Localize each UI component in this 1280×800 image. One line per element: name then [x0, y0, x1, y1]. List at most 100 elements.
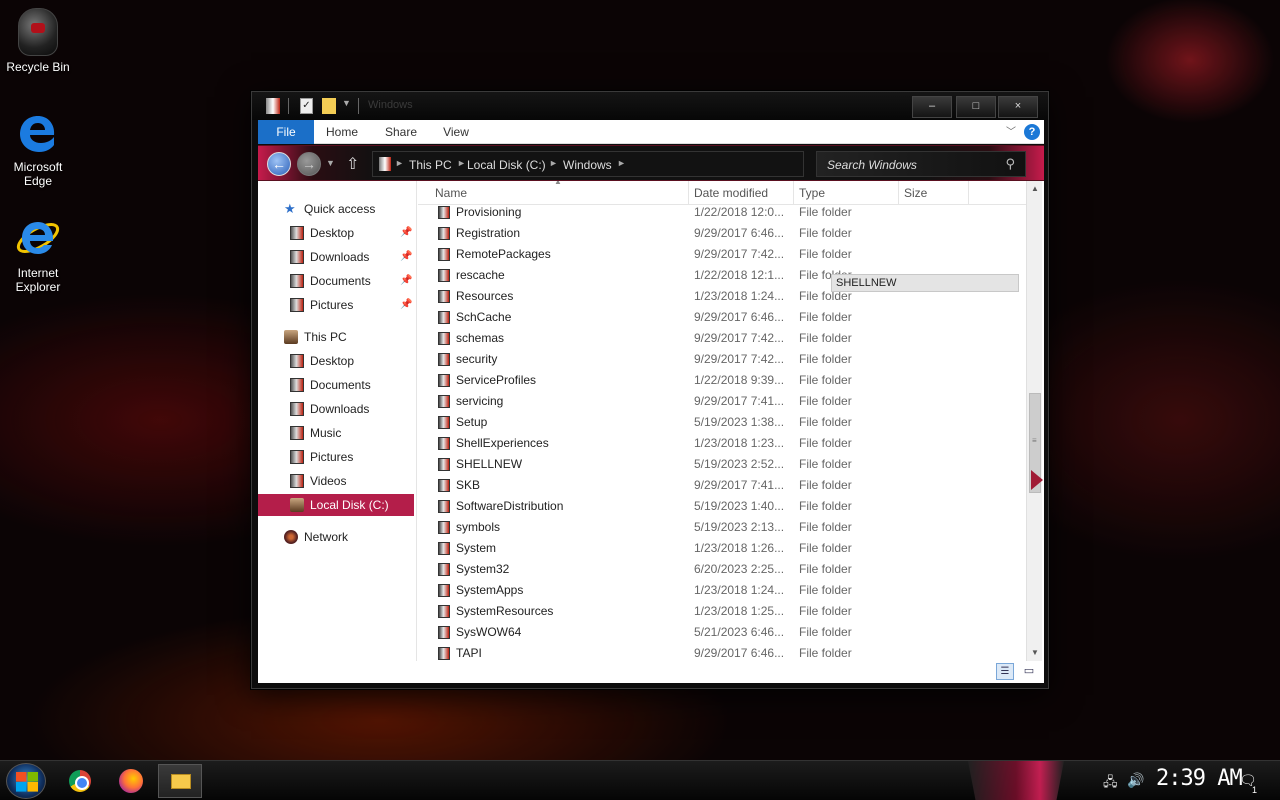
nav-pc-videos[interactable]: Videos — [290, 470, 414, 492]
network-status-icon[interactable]: 🖧 — [1103, 773, 1118, 795]
breadcrumb-chevron-icon[interactable]: ► — [617, 158, 626, 168]
breadcrumb-chevron-icon[interactable]: ► — [395, 158, 404, 168]
recent-locations-chevron-icon[interactable]: ▼ — [326, 158, 335, 168]
music-folder-icon — [290, 426, 304, 440]
properties-icon[interactable]: ✓ — [300, 98, 313, 114]
table-row[interactable]: ShellExperiences 1/23/2018 1:23... File fo… — [418, 433, 1026, 454]
table-row[interactable]: SKB 9/29/2017 7:41... File folder — [418, 475, 1026, 496]
pin-icon[interactable]: 📌 — [400, 222, 412, 244]
file-type: File folder — [799, 352, 852, 366]
file-date-modified: 5/19/2023 2:52... — [694, 457, 785, 471]
taskbar-chrome[interactable] — [58, 764, 102, 798]
nav-label: Pictures — [310, 450, 354, 464]
table-row[interactable]: SchCache 9/29/2017 6:46... File folder — [418, 307, 1026, 328]
breadcrumb-local-disk[interactable]: Local Disk (C:) — [467, 158, 546, 172]
table-row[interactable]: schemas 9/29/2017 7:42... File folder — [418, 328, 1026, 349]
table-row[interactable]: Setup 5/19/2023 1:38... File folder — [418, 412, 1026, 433]
nav-quick-downloads[interactable]: Downloads 📌 — [290, 246, 414, 268]
file-name: SKB — [456, 478, 481, 492]
file-date-modified: 9/29/2017 6:46... — [694, 646, 785, 660]
table-row[interactable]: Registration 9/29/2017 6:46... File folder — [418, 223, 1026, 244]
search-input[interactable]: Search Windows ⚲ — [816, 151, 1026, 177]
nav-this-pc[interactable]: This PC — [284, 326, 414, 348]
address-bar[interactable]: ► This PC ► Local Disk (C:) ► Windows ► — [372, 151, 804, 177]
tab-home[interactable]: Home — [320, 120, 364, 144]
table-row[interactable]: SHELLNEW 5/19/2023 2:52... File folder — [418, 454, 1026, 475]
scroll-down-icon[interactable]: ▼ — [1027, 645, 1043, 661]
side-arrow-icon[interactable] — [1031, 470, 1043, 490]
table-row[interactable]: ServiceProfiles 1/22/2018 9:39... File fol… — [418, 370, 1026, 391]
taskbar-file-explorer[interactable] — [158, 764, 202, 798]
table-row[interactable]: TAPI 9/29/2017 6:46... File folder — [418, 643, 1026, 661]
table-row[interactable]: System32 6/20/2023 2:25... File folder — [418, 559, 1026, 580]
close-button[interactable]: × — [998, 96, 1038, 118]
pin-icon[interactable]: 📌 — [400, 294, 412, 316]
nav-pc-pictures[interactable]: Pictures — [290, 446, 414, 468]
tab-share[interactable]: Share — [376, 120, 426, 144]
title-bar[interactable]: ✓ ▼ Windows – □ × — [252, 92, 1048, 120]
desktop-icon-recycle-bin[interactable]: Recycle Bin — [0, 8, 76, 74]
nav-label: Documents — [310, 274, 371, 288]
table-row[interactable]: symbols 5/19/2023 2:13... File folder — [418, 517, 1026, 538]
nav-quick-desktop[interactable]: Desktop 📌 — [290, 222, 414, 244]
file-name: Provisioning — [456, 205, 522, 219]
table-row[interactable]: SoftwareDistribution 5/19/2023 1:40... Fil… — [418, 496, 1026, 517]
pin-icon[interactable]: 📌 — [400, 246, 412, 268]
nav-pc-music[interactable]: Music — [290, 422, 414, 444]
table-row[interactable]: SystemResources 1/23/2018 1:25... File fol… — [418, 601, 1026, 622]
back-button[interactable]: ← — [267, 152, 291, 176]
file-type: File folder — [799, 373, 852, 387]
customize-toolbar-chevron-icon[interactable]: ▼ — [342, 98, 351, 114]
table-row[interactable]: servicing 9/29/2017 7:41... File folder — [418, 391, 1026, 412]
table-row[interactable]: Provisioning 1/22/2018 12:0... File folder — [418, 202, 1026, 223]
maximize-button[interactable]: □ — [956, 96, 996, 118]
file-name: ShellExperiences — [456, 436, 549, 450]
new-folder-icon[interactable] — [322, 98, 336, 114]
app-icon[interactable] — [266, 98, 280, 114]
nav-pc-desktop[interactable]: Desktop — [290, 350, 414, 372]
nav-pc-documents[interactable]: Documents — [290, 374, 414, 396]
folder-icon — [438, 605, 450, 618]
folder-icon — [438, 500, 450, 513]
tab-file[interactable]: File — [258, 120, 314, 144]
table-row[interactable]: SystemApps 1/23/2018 1:24... File folder — [418, 580, 1026, 601]
breadcrumb-chevron-icon[interactable]: ► — [549, 158, 558, 168]
desktop-icon-internet-explorer[interactable]: Internet Explorer — [0, 214, 76, 294]
help-icon[interactable]: ? — [1024, 124, 1040, 140]
desktop-icon-microsoft-edge[interactable]: Microsoft Edge — [0, 112, 76, 188]
nav-quick-pictures[interactable]: Pictures 📌 — [290, 294, 414, 316]
nav-quick-documents[interactable]: Documents 📌 — [290, 270, 414, 292]
pin-icon[interactable]: 📌 — [400, 270, 412, 292]
file-name: RemotePackages — [456, 247, 551, 261]
table-row[interactable]: SysWOW64 5/21/2023 6:46... File folder — [418, 622, 1026, 643]
file-date-modified: 9/29/2017 7:42... — [694, 352, 785, 366]
table-row[interactable]: security 9/29/2017 7:42... File folder — [418, 349, 1026, 370]
breadcrumb-chevron-icon[interactable]: ► — [457, 158, 466, 168]
forward-button[interactable]: → — [297, 152, 321, 176]
nav-quick-access[interactable]: ★ Quick access — [284, 198, 414, 220]
breadcrumb-windows[interactable]: Windows — [563, 158, 612, 172]
ribbon-tabs: File Home Share View ﹀ ? — [258, 120, 1044, 144]
vertical-scrollbar[interactable]: ▲ ≡ ▼ — [1026, 181, 1042, 661]
scroll-up-icon[interactable]: ▲ — [1027, 181, 1043, 197]
breadcrumb-this-pc[interactable]: This PC — [409, 158, 452, 172]
nav-pc-local-disk[interactable]: Local Disk (C:) — [258, 494, 414, 516]
volume-icon[interactable]: 🔊 — [1127, 772, 1144, 789]
large-icons-view-icon[interactable]: ▭ — [1020, 663, 1038, 680]
table-row[interactable]: System 1/23/2018 1:26... File folder — [418, 538, 1026, 559]
table-row[interactable]: RemotePackages 9/29/2017 7:42... File fold… — [418, 244, 1026, 265]
up-folder-icon[interactable]: ⇧ — [346, 154, 359, 174]
tab-view[interactable]: View — [438, 120, 474, 144]
details-view-icon[interactable]: ☰ — [996, 663, 1014, 680]
clock[interactable]: 2:39 AM — [1156, 766, 1243, 791]
folder-icon — [438, 458, 450, 471]
nav-network[interactable]: Network — [284, 526, 414, 548]
folder-icon — [438, 416, 450, 429]
expand-ribbon-chevron-icon[interactable]: ﹀ — [1006, 123, 1016, 138]
start-button[interactable] — [6, 763, 46, 799]
nav-pc-downloads[interactable]: Downloads — [290, 398, 414, 420]
file-type: File folder — [799, 247, 852, 261]
search-icon[interactable]: ⚲ — [1005, 156, 1015, 172]
taskbar-firefox[interactable] — [108, 764, 152, 798]
minimize-button[interactable]: – — [912, 96, 952, 118]
